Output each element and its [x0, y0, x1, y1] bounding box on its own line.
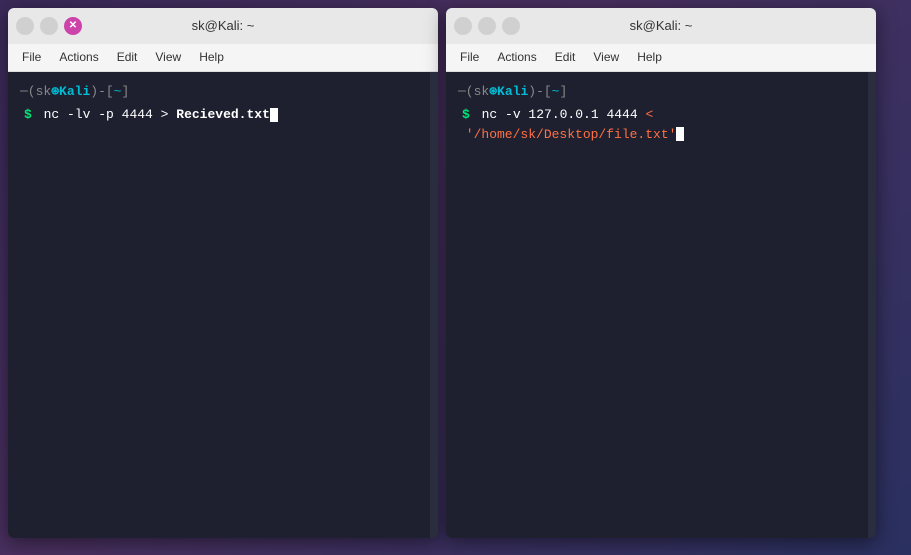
- terminals-wrapper: ✕ sk@Kali: ~ File Actions Edit View Help…: [8, 8, 903, 548]
- prompt-dir-right: ~: [552, 82, 560, 102]
- cmd-port-left: 4444: [114, 105, 153, 125]
- left-controls-right: [454, 17, 520, 35]
- prompt-dir-left: ~: [114, 82, 122, 102]
- menu-edit-right[interactable]: Edit: [547, 47, 584, 67]
- dollar-right: $: [462, 105, 470, 125]
- scrollbar-right[interactable]: [868, 72, 876, 538]
- terminal-body-left: ─(sk⊛ Kali)-[~] $ nc -lv -p 4444 > Recie…: [8, 72, 438, 538]
- menu-view-left[interactable]: View: [147, 47, 189, 67]
- prompt-bracket-open: ─(sk: [20, 82, 51, 102]
- prompt-line-left: ─(sk⊛ Kali)-[~]: [20, 82, 426, 102]
- cursor-right: [676, 127, 684, 141]
- menu-file-right[interactable]: File: [452, 47, 487, 67]
- left-controls: ✕: [16, 17, 82, 35]
- command-line-left: $ nc -lv -p 4444 > Recieved.txt: [20, 105, 426, 125]
- window-title-right: sk@Kali: ~: [520, 18, 802, 33]
- menu-bar-left: File Actions Edit View Help: [8, 44, 438, 72]
- menu-file-left[interactable]: File: [14, 47, 49, 67]
- menu-help-left[interactable]: Help: [191, 47, 232, 67]
- window-title-left: sk@Kali: ~: [82, 18, 364, 33]
- scrollbar-left[interactable]: [430, 72, 438, 538]
- prompt-host-right: Kali: [497, 82, 528, 102]
- menu-actions-left[interactable]: Actions: [51, 47, 106, 67]
- prompt-bracket-close: ]: [121, 82, 129, 102]
- cursor-left: [270, 108, 278, 122]
- maximize-button-left[interactable]: [40, 17, 58, 35]
- cmd-filename-left: Recieved.txt: [168, 105, 269, 125]
- cmd-ip-right: 127.0.0.1: [521, 105, 599, 125]
- command-line-right: $ nc -v 127.0.0.1 4444 < '/home/sk/Deskt…: [458, 105, 864, 144]
- menu-help-right[interactable]: Help: [629, 47, 670, 67]
- close-button-right[interactable]: [502, 17, 520, 35]
- cmd-flag-p: -p: [90, 105, 113, 125]
- cmd-flag-lv: -lv: [59, 105, 90, 125]
- cmd-flag-v: -v: [497, 105, 520, 125]
- dollar-left: $: [24, 105, 32, 125]
- menu-bar-right: File Actions Edit View Help: [446, 44, 876, 72]
- prompt-bracket-open-right: ─(sk: [458, 82, 489, 102]
- close-button-left[interactable]: ✕: [64, 17, 82, 35]
- terminal-right: sk@Kali: ~ File Actions Edit View Help ─…: [446, 8, 876, 538]
- prompt-dir-bracket: )-[: [90, 82, 113, 102]
- cmd-input-redirect-right: <: [638, 105, 654, 125]
- menu-view-right[interactable]: View: [585, 47, 627, 67]
- prompt-line-right: ─(sk⊛ Kali)-[~]: [458, 82, 864, 102]
- menu-actions-right[interactable]: Actions: [489, 47, 544, 67]
- prompt-symbol-right: ⊛: [489, 82, 497, 102]
- prompt-bracket-close-right: ]: [559, 82, 567, 102]
- cmd-nc-right: nc: [474, 105, 497, 125]
- terminal-left: ✕ sk@Kali: ~ File Actions Edit View Help…: [8, 8, 438, 538]
- minimize-button-left[interactable]: [16, 17, 34, 35]
- title-bar-right: sk@Kali: ~: [446, 8, 876, 44]
- menu-edit-left[interactable]: Edit: [109, 47, 146, 67]
- terminal-body-right: ─(sk⊛ Kali)-[~] $ nc -v 127.0.0.1 4444 <…: [446, 72, 876, 538]
- minimize-button-right[interactable]: [454, 17, 472, 35]
- cmd-nc-left: nc: [36, 105, 59, 125]
- prompt-symbol-left: ⊛: [51, 82, 59, 102]
- prompt-dir-bracket-right: )-[: [528, 82, 551, 102]
- title-bar-left: ✕ sk@Kali: ~: [8, 8, 438, 44]
- cmd-redirect-left: >: [153, 105, 169, 125]
- cmd-filepath-right: '/home/sk/Desktop/file.txt': [458, 125, 676, 145]
- prompt-host-left: Kali: [59, 82, 90, 102]
- maximize-button-right[interactable]: [478, 17, 496, 35]
- cmd-port-right: 4444: [599, 105, 638, 125]
